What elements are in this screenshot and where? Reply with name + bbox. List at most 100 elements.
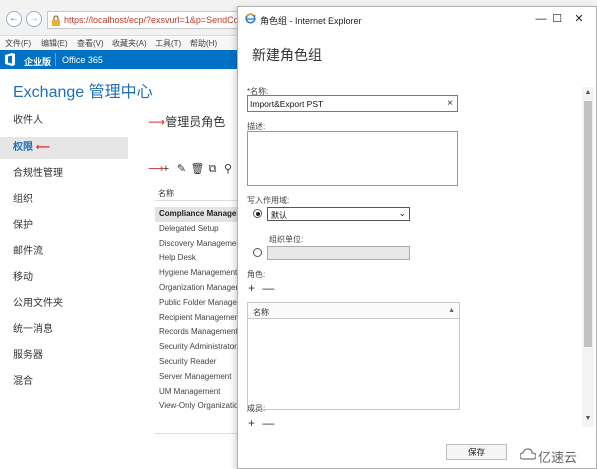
nav-item-protection[interactable]: 保护 xyxy=(0,215,128,237)
members-label: 成员: xyxy=(247,404,266,413)
edit-icon[interactable]: ✎ xyxy=(175,162,188,175)
ou-field[interactable] xyxy=(267,246,410,260)
new-role-group-dialog: 角色组 - Internet Explorer — ☐ ✕ 新建角色组 *名称:… xyxy=(237,6,597,469)
nav-item-unified-messaging[interactable]: 统一消息 xyxy=(0,319,128,341)
nav-label: 组织 xyxy=(13,194,33,205)
scroll-thumb[interactable] xyxy=(584,101,592,347)
save-button[interactable]: 保存 xyxy=(446,444,507,460)
table-row[interactable]: Discovery Management xyxy=(155,237,243,252)
maximize-icon[interactable]: ☐ xyxy=(549,11,565,27)
table-row[interactable]: View-Only Organization Management xyxy=(155,399,243,414)
nav-item-servers[interactable]: 服务器 xyxy=(0,345,128,367)
table-row[interactable]: Security Reader xyxy=(155,355,243,370)
nav-label: 服务器 xyxy=(13,350,43,361)
scope-select-value: 默认 xyxy=(271,211,287,220)
suite-tab-enterprise[interactable]: 企业版 xyxy=(24,55,51,68)
menu-favorites[interactable]: 收藏夹(A) xyxy=(112,38,147,49)
office-logo-icon xyxy=(5,53,15,66)
table-row[interactable]: Hygiene Management xyxy=(155,266,243,281)
divider xyxy=(155,433,243,434)
nav-item-organization[interactable]: 组织 xyxy=(0,189,128,211)
table-row[interactable]: Server Management xyxy=(155,370,243,385)
table-row[interactable]: Delegated Setup xyxy=(155,222,243,237)
annotation-arrow-icon: ⟶ xyxy=(148,115,166,129)
roles-grid-column-name: 名称 xyxy=(253,308,269,317)
description-field[interactable] xyxy=(247,131,458,186)
watermark: 亿速云 xyxy=(519,447,594,465)
nav-item-permissions[interactable]: 权限 ⟵ xyxy=(0,137,128,159)
nav-label: 公用文件夹 xyxy=(13,298,63,309)
table-row[interactable]: Help Desk xyxy=(155,251,243,266)
add-role-icon[interactable]: + xyxy=(248,281,255,295)
minimize-icon[interactable]: — xyxy=(533,11,549,27)
dialog-titlebar[interactable]: 角色组 - Internet Explorer — ☐ ✕ xyxy=(238,7,596,31)
annotation-arrow-icon: ⟶ xyxy=(148,163,164,175)
nav-label: 邮件流 xyxy=(13,246,43,257)
search-icon[interactable]: ⚲ xyxy=(222,162,235,175)
suite-divider xyxy=(55,53,56,66)
roles-toolbar: ⟶ + ✎ 🗑 ⧉ ⚲ xyxy=(148,162,235,176)
menu-tools[interactable]: 工具(T) xyxy=(155,38,181,49)
members-actions: + — xyxy=(248,416,274,430)
nav-item-hybrid[interactable]: 混合 xyxy=(0,371,128,393)
table-row[interactable]: Organization Management xyxy=(155,281,243,296)
tab-admin-roles-label: 管理员角色 xyxy=(165,115,226,129)
roles-grid-header[interactable]: 名称 ▲ xyxy=(248,303,459,319)
address-url: https://localhost/ecp/?exsvurl=1&p=SendC… xyxy=(64,15,254,25)
scroll-up-icon[interactable]: ▲ xyxy=(583,89,593,99)
write-scope-label: 写入作用域: xyxy=(247,196,290,205)
menu-edit[interactable]: 编辑(E) xyxy=(41,38,68,49)
add-icon[interactable]: + xyxy=(160,163,173,175)
scope-default-radio[interactable] xyxy=(253,209,262,218)
close-icon[interactable]: ✕ xyxy=(571,11,587,27)
nav-label: 混合 xyxy=(13,376,33,387)
forward-button[interactable]: → xyxy=(26,11,42,27)
column-header-name[interactable]: 名称 xyxy=(158,188,174,199)
add-member-icon[interactable]: + xyxy=(248,416,255,430)
scroll-down-icon[interactable]: ▼ xyxy=(583,415,593,425)
cloud-logo-icon xyxy=(519,448,537,460)
roles-list: Compliance Management Delegated Setup Di… xyxy=(155,207,243,414)
watermark-text: 亿速云 xyxy=(538,450,578,465)
table-row[interactable]: Records Management xyxy=(155,325,243,340)
nav-item-mail-flow[interactable]: 邮件流 xyxy=(0,241,128,263)
name-field-value: Import&Export PST xyxy=(250,99,324,109)
lock-icon xyxy=(52,15,60,26)
nav-label: 收件人 xyxy=(13,115,43,126)
menu-file[interactable]: 文件(F) xyxy=(5,38,31,49)
menu-view[interactable]: 查看(V) xyxy=(77,38,104,49)
table-row[interactable]: Security Administrator xyxy=(155,340,243,355)
chevron-down-icon: ⌄ xyxy=(398,208,406,218)
remove-member-icon[interactable]: — xyxy=(262,416,274,430)
table-row[interactable]: Compliance Management xyxy=(155,207,243,222)
sort-up-icon: ▲ xyxy=(448,307,455,314)
copy-icon[interactable]: ⧉ xyxy=(206,163,219,176)
nav-item-compliance[interactable]: 合规性管理 xyxy=(0,163,128,185)
ie-icon xyxy=(245,13,256,24)
scope-ou-radio[interactable] xyxy=(253,248,262,257)
scope-select[interactable]: 默认 ⌄ xyxy=(267,207,410,221)
table-row[interactable]: UM Management xyxy=(155,385,243,400)
table-row[interactable]: Recipient Management xyxy=(155,311,243,326)
dialog-scrollbar[interactable]: ▲ ▼ xyxy=(582,87,594,427)
page-title: Exchange 管理中心 xyxy=(13,84,153,101)
back-button[interactable]: ← xyxy=(6,11,22,27)
nav-label: 保护 xyxy=(13,220,33,231)
name-field[interactable]: Import&Export PST × xyxy=(247,95,458,112)
dialog-heading: 新建角色组 xyxy=(252,47,322,63)
delete-icon[interactable]: 🗑 xyxy=(191,162,205,175)
tab-admin-roles[interactable]: ⟶管理员角色 用 xyxy=(148,113,249,130)
clear-icon[interactable]: × xyxy=(447,98,453,109)
menu-help[interactable]: 帮助(H) xyxy=(190,38,217,49)
nav-item-public-folders[interactable]: 公用文件夹 xyxy=(0,293,128,315)
nav-label: 统一消息 xyxy=(13,324,53,335)
table-row[interactable]: Public Folder Management xyxy=(155,296,243,311)
address-bar[interactable]: https://localhost/ecp/?exsvurl=1&p=SendC… xyxy=(47,11,254,29)
remove-role-icon[interactable]: — xyxy=(262,281,274,295)
nav-item-mobile[interactable]: 移动 xyxy=(0,267,128,289)
suite-tab-office365[interactable]: Office 365 xyxy=(62,55,103,65)
ou-label: 组织单位: xyxy=(269,235,304,244)
roles-grid: 名称 ▲ xyxy=(247,302,460,410)
divider xyxy=(155,200,243,201)
nav-item-recipients[interactable]: 收件人 xyxy=(0,110,128,132)
